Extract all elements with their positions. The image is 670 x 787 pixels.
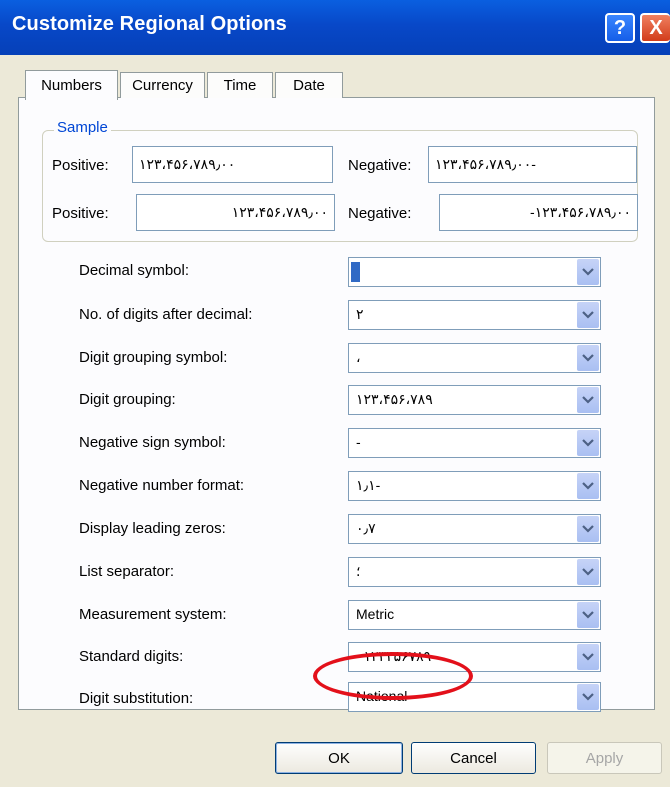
digit-grouping-symbol-label: Digit grouping symbol: (79, 349, 228, 366)
tab-time[interactable]: Time (207, 72, 273, 98)
negative-number-format-value: ۱٫۱- (356, 477, 381, 493)
measurement-system-value: Metric (356, 606, 395, 622)
display-leading-zeros-value: ۰٫۷ (356, 520, 376, 536)
digits-after-decimal-label: No. of digits after decimal: (79, 306, 253, 323)
selection-highlight (351, 262, 360, 282)
display-leading-zeros-label: Display leading zeros: (79, 520, 226, 537)
decimal-symbol-label: Decimal symbol: (79, 262, 190, 279)
digit-grouping-symbol-select[interactable]: ، (348, 343, 601, 373)
digit-grouping-symbol-value: ، (356, 349, 361, 365)
title-bar: Customize Regional Options ? X (0, 0, 670, 55)
sample-negative-label: Negative: (348, 205, 412, 222)
ok-button[interactable]: OK (275, 742, 403, 774)
sample-negative-value: -۱۲۳،۴۵۶،۷۸۹٫۰۰ (530, 204, 631, 220)
sample-positive-value: ۱۲۳،۴۵۶،۷۸۹٫۰۰ (231, 204, 328, 220)
chevron-down-icon[interactable] (577, 559, 599, 585)
tab-date[interactable]: Date (275, 72, 343, 98)
digit-substitution-select[interactable]: National (348, 682, 601, 712)
negative-sign-symbol-label: Negative sign symbol: (79, 434, 226, 451)
measurement-system-label: Measurement system: (79, 606, 227, 623)
tab-label: Currency (132, 77, 193, 94)
sample-group-label: Sample (54, 119, 111, 136)
sample-positive-field: ۱۲۳،۴۵۶،۷۸۹٫۰۰ (136, 194, 335, 231)
apply-label: Apply (585, 749, 624, 767)
negative-sign-symbol-select[interactable]: - (348, 428, 601, 458)
help-button[interactable]: ? (605, 13, 635, 43)
tab-currency[interactable]: Currency (120, 72, 205, 98)
digit-substitution-value: National (356, 688, 408, 704)
chevron-down-icon[interactable] (577, 644, 599, 670)
negative-sign-symbol-value: - (356, 434, 361, 450)
sample-positive-value: ۱۲۳،۴۵۶،۷۸۹٫۰۰ (139, 156, 236, 172)
chevron-down-icon[interactable] (577, 602, 599, 628)
display-leading-zeros-select[interactable]: ۰٫۷ (348, 514, 601, 544)
digits-after-decimal-value: ۲ (356, 306, 364, 322)
digits-after-decimal-select[interactable]: ۲ (348, 300, 601, 330)
chevron-down-icon[interactable] (577, 259, 599, 285)
sample-negative-field: -۱۲۳،۴۵۶،۷۸۹٫۰۰ (439, 194, 638, 231)
measurement-system-select[interactable]: Metric (348, 600, 601, 630)
chevron-down-icon[interactable] (577, 430, 599, 456)
negative-number-format-label: Negative number format: (79, 477, 245, 494)
tab-label: Date (293, 77, 325, 94)
window-title: Customize Regional Options (12, 13, 287, 35)
close-icon: X (649, 16, 663, 39)
list-separator-value: ؛ (356, 563, 361, 579)
chevron-down-icon[interactable] (577, 684, 599, 710)
standard-digits-value: ۰۱۲۳۴۵۶۷۸۹ (356, 648, 432, 664)
list-separator-label: List separator: (79, 563, 175, 580)
standard-digits-select[interactable]: ۰۱۲۳۴۵۶۷۸۹ (348, 642, 601, 672)
apply-button[interactable]: Apply (547, 742, 662, 774)
sample-negative-field: ۱۲۳،۴۵۶،۷۸۹٫۰۰- (428, 146, 637, 183)
sample-positive-label: Positive: (52, 205, 109, 222)
tab-label: Time (223, 77, 257, 94)
chevron-down-icon[interactable] (577, 345, 599, 371)
negative-number-format-select[interactable]: ۱٫۱- (348, 471, 601, 501)
digit-substitution-label: Digit substitution: (79, 690, 194, 707)
sample-positive-label: Positive: (52, 157, 109, 174)
list-separator-select[interactable]: ؛ (348, 557, 601, 587)
digit-grouping-value: ۱۲۳،۴۵۶،۷۸۹ (356, 391, 433, 407)
cancel-button[interactable]: Cancel (411, 742, 536, 774)
digit-grouping-select[interactable]: ۱۲۳،۴۵۶،۷۸۹ (348, 385, 601, 415)
help-icon: ? (613, 16, 627, 39)
cancel-label: Cancel (450, 749, 497, 767)
tab-label: Numbers (41, 77, 102, 94)
sample-negative-value: ۱۲۳،۴۵۶،۷۸۹٫۰۰- (435, 156, 536, 172)
tab-numbers[interactable]: Numbers (25, 70, 118, 100)
chevron-down-icon[interactable] (577, 302, 599, 328)
standard-digits-label: Standard digits: (79, 648, 184, 665)
chevron-down-icon[interactable] (577, 516, 599, 542)
ok-label: OK (328, 749, 350, 767)
chevron-down-icon[interactable] (577, 473, 599, 499)
close-button[interactable]: X (640, 13, 670, 43)
digit-grouping-label: Digit grouping: (79, 391, 176, 408)
decimal-symbol-select[interactable] (348, 257, 601, 287)
sample-negative-label: Negative: (348, 157, 412, 174)
chevron-down-icon[interactable] (577, 387, 599, 413)
sample-positive-field: ۱۲۳،۴۵۶،۷۸۹٫۰۰ (132, 146, 333, 183)
